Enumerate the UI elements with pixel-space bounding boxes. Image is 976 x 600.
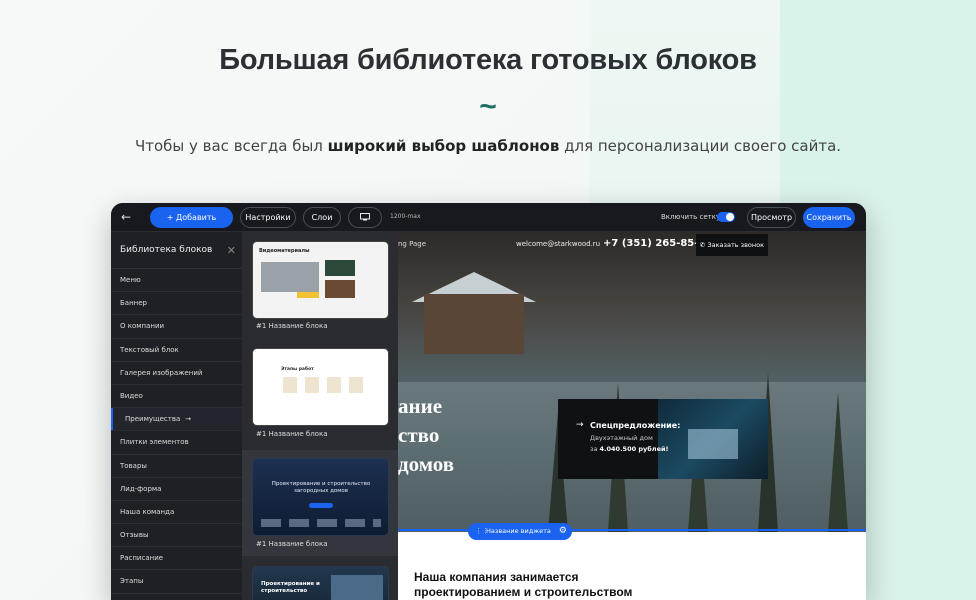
thumbnail-title: Проектирование и строительство загородны… — [271, 481, 371, 494]
arrow-right-icon: → — [576, 420, 584, 430]
library-block[interactable]: Этапы работ #1 Название блока — [242, 336, 398, 456]
sidebar-item[interactable]: Отзывы — [111, 524, 242, 548]
hero-section[interactable]: ng Page welcome@starkwood.ru +7 (351) 26… — [398, 232, 866, 532]
sidebar-item-label: Текстовый блок — [120, 345, 179, 354]
editor-toolbar: ← + Добавить элемент Настройки Слои 1200… — [111, 203, 866, 241]
sidebar-item-label: Меню — [120, 276, 141, 284]
sidebar-item-label: Товары — [120, 461, 147, 470]
thumbnail-image — [325, 260, 355, 276]
sidebar-item[interactable]: Наша команда — [111, 501, 242, 525]
sidebar-item[interactable]: Баннер — [111, 292, 242, 316]
save-button[interactable]: Сохранить — [803, 207, 855, 228]
sidebar-item-label: Преимущества — [125, 415, 181, 424]
block-library-panel: Видеоматериалы #1 Название блока Этапы р… — [242, 232, 398, 600]
company-heading: Наша компания занимается проектированием… — [414, 570, 633, 599]
phone-icon: ✆ — [699, 241, 706, 249]
tree-shape — [828, 392, 848, 532]
block-thumbnail[interactable]: Видеоматериалы — [252, 241, 389, 319]
sidebar-item-label: Плитки элементов — [120, 438, 189, 447]
sidebar-item-label: Галерея изображений — [120, 368, 203, 377]
block-thumbnail[interactable]: Проектирование и строительство — [252, 566, 389, 600]
page-canvas[interactable]: ng Page welcome@starkwood.ru +7 (351) 26… — [398, 232, 866, 600]
sidebar-item[interactable]: Галерея изображений — [111, 362, 242, 385]
monitor-icon — [360, 213, 370, 221]
add-element-button[interactable]: + Добавить элемент — [150, 207, 233, 241]
thumbnail-title: Видеоматериалы — [259, 248, 310, 254]
sidebar-item[interactable]: Преимущества → — [111, 408, 242, 432]
hero-title: ание ство домов — [398, 394, 455, 476]
tilde-decoration: ~ — [479, 90, 497, 123]
editor-window: ← + Добавить элемент Настройки Слои 1200… — [111, 203, 866, 600]
sidebar-item[interactable]: О компании — [111, 315, 242, 339]
close-icon[interactable]: ✕ — [227, 232, 236, 269]
thumbnail-image — [331, 575, 383, 600]
block-library-sidebar: Библиотека блоков ✕ Меню Баннер О компании… — [111, 232, 242, 600]
sidebar-item[interactable]: Лид-форма — [111, 478, 242, 501]
arrow-left-icon[interactable]: ← — [121, 210, 131, 224]
page-subtitle: Чтобы у вас всегда был широкий выбор шаб… — [134, 137, 842, 155]
subtitle-bold: широкий выбор шаблонов — [327, 137, 560, 155]
header-email[interactable]: welcome@starkwood.ru — [516, 240, 600, 248]
sidebar-list: Меню Баннер О компании Текстовый блок Галере… — [111, 269, 242, 594]
preview-button[interactable]: Просмотр — [747, 207, 796, 228]
sidebar-title: Библиотека блоков — [120, 245, 213, 255]
sidebar-header: Библиотека блоков ✕ — [111, 232, 242, 269]
page-headline: Большая библиотека готовых блоков — [219, 44, 757, 76]
hero-header: ng Page welcome@starkwood.ru +7 (351) 26… — [398, 232, 866, 256]
grid-toggle-label: Включить сетку — [661, 213, 721, 221]
sidebar-item[interactable]: Расписание — [111, 547, 242, 571]
sidebar-item[interactable]: Этапы — [111, 570, 242, 594]
library-block[interactable]: Проектирование и строительство загородны… — [242, 450, 398, 556]
block-thumbnail[interactable]: Проектирование и строительство загородны… — [252, 458, 389, 536]
thumbnail-button — [309, 503, 333, 508]
thumbnail-image — [261, 262, 319, 292]
thumbnail-accent — [297, 292, 319, 298]
viewport-mode: 1200-max — [390, 213, 421, 220]
widget-chip[interactable]: ⋮⋮ Название виджета ⚙ — [468, 523, 572, 540]
block-thumbnail[interactable]: Этапы работ — [252, 348, 389, 426]
block-label: #1 Название блока — [256, 430, 328, 438]
sidebar-item[interactable]: Видео — [111, 385, 242, 409]
block-label: #1 Название блока — [256, 322, 328, 330]
sidebar-item-label: Баннер — [120, 299, 147, 308]
sidebar-item[interactable]: Меню — [111, 269, 242, 293]
promo-house — [688, 429, 738, 459]
sidebar-item-label: Расписание — [120, 554, 164, 563]
thumbnail-stats — [261, 519, 381, 527]
sidebar-item-label: Лид-форма — [120, 484, 162, 493]
gear-icon[interactable]: ⚙ — [559, 523, 567, 540]
layers-button[interactable]: Слои — [303, 207, 341, 228]
call-request-button[interactable]: ✆ Заказать звонок — [696, 234, 768, 256]
sidebar-item[interactable]: Товары — [111, 455, 242, 478]
thumbnail-image — [325, 280, 355, 298]
library-block[interactable]: Видеоматериалы #1 Название блока — [242, 232, 398, 336]
sidebar-item-label: Этапы — [120, 577, 144, 586]
settings-button[interactable]: Настройки — [240, 207, 296, 228]
sidebar-item-label: О компании — [120, 322, 165, 331]
special-offer-card[interactable]: → Спецпредложение: Двухэтажный дом за 4.… — [558, 399, 768, 479]
arrow-right-icon: → — [185, 415, 192, 424]
sidebar-item-label: Отзывы — [120, 531, 149, 540]
sidebar-item[interactable]: Текстовый блок — [111, 339, 242, 362]
device-toggle-button[interactable] — [348, 207, 382, 228]
block-label: #1 Название блока — [256, 540, 328, 548]
promo-price: за 4.040.500 рублей! — [590, 445, 669, 453]
thumbnail-title: Этапы работ — [281, 367, 314, 372]
promo-title: Спецпредложение: — [590, 421, 681, 430]
drag-handle-icon[interactable]: ⋮⋮ — [475, 523, 489, 540]
grid-toggle[interactable] — [717, 212, 735, 222]
sidebar-item-label: Видео — [120, 391, 143, 400]
sidebar-item-label: Наша команда — [120, 507, 175, 516]
thumbnail-steps — [283, 377, 363, 393]
landing-label: ng Page — [398, 240, 427, 248]
widget-name: Название виджета — [486, 527, 551, 535]
thumbnail-title: Проектирование и строительство — [261, 581, 320, 594]
sidebar-item[interactable]: Плитки элементов — [111, 431, 242, 455]
cabin — [424, 294, 524, 354]
promo-line: Двухэтажный дом — [590, 434, 653, 442]
library-block[interactable]: Проектирование и строительство — [242, 556, 398, 600]
